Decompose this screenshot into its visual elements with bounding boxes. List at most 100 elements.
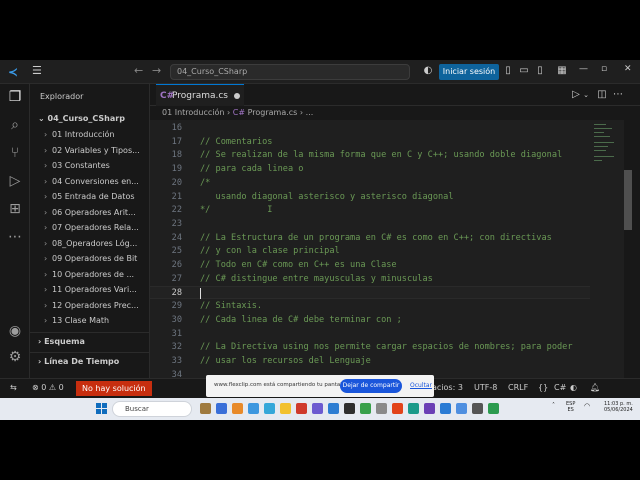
taskbar-app-icon[interactable] <box>456 403 467 414</box>
run-dropdown-icon[interactable]: ⌄ <box>580 89 592 101</box>
code-line[interactable]: 31 <box>150 328 590 341</box>
sidebar-item[interactable]: › 07 Operadores Rela... <box>44 221 144 235</box>
code-line[interactable]: 19 // para cada linea o <box>150 163 590 176</box>
code-line[interactable]: 21 usando diagonal asterisco y asterisco… <box>150 191 590 204</box>
sidebar-item[interactable]: › 09 Operadores de Bit <box>44 252 144 266</box>
search-icon[interactable]: ⌕ <box>6 116 24 134</box>
settings-gear-icon[interactable]: ⚙ <box>6 348 24 366</box>
restore-icon[interactable]: ▫ <box>601 64 607 74</box>
wifi-icon[interactable]: ◠ <box>584 403 590 410</box>
clock[interactable]: 11:03 p. m. 05/06/2024 <box>604 401 633 413</box>
toggle-sidebar-icon[interactable]: ▯ <box>502 65 514 77</box>
split-editor-icon[interactable]: ◫ <box>596 89 608 101</box>
problems-indicator[interactable]: ⊗ 0 ⚠ 0 <box>32 383 64 392</box>
breadcrumb-more[interactable]: ... <box>306 108 314 117</box>
sidebar-item[interactable]: › 08_Operadores Lóg... <box>44 237 144 251</box>
hide-banner-link[interactable]: Ocultar <box>410 382 432 389</box>
taskbar-app-icon[interactable] <box>344 403 355 414</box>
sidebar-item[interactable]: › 13 Clase Math <box>44 314 144 328</box>
code-line[interactable]: 24 // La Estructura de un programa en C# … <box>150 232 590 245</box>
code-line[interactable]: 18 // Se realizan de la misma forma que e… <box>150 149 590 162</box>
sidebar-item[interactable]: › 10 Operadores de ... <box>44 268 144 282</box>
code-line[interactable]: 30 // Cada linea de C# debe terminar con … <box>150 314 590 327</box>
taskbar-app-icon[interactable] <box>328 403 339 414</box>
taskbar-app-icon[interactable] <box>312 403 323 414</box>
taskbar-app-icon[interactable] <box>376 403 387 414</box>
breadcrumb-file[interactable]: Programa.cs <box>248 108 298 117</box>
sidebar-item[interactable]: › 05 Entrada de Datos <box>44 190 144 204</box>
windows-start-icon[interactable] <box>96 403 107 414</box>
language-status[interactable]: C# <box>554 383 566 392</box>
code-line[interactable]: 27 // C# distingue entre mayusculas y min… <box>150 273 590 286</box>
vscode-taskbar-icon[interactable] <box>440 403 451 414</box>
more-actions-icon[interactable]: ⋯ <box>612 89 624 101</box>
code-line[interactable]: 25 // y con la clase principal <box>150 245 590 258</box>
stop-sharing-button[interactable]: Dejar de compartir <box>340 379 402 393</box>
taskbar-app-icon[interactable] <box>232 403 243 414</box>
toggle-secondary-sidebar-icon[interactable]: ▯ <box>534 65 546 77</box>
code-line[interactable]: 20 /* <box>150 177 590 190</box>
language-indicator[interactable]: ESP ES <box>566 401 575 413</box>
sidebar-item[interactable]: › 06 Operadores Arit... <box>44 206 144 220</box>
no-solution-badge[interactable]: No hay solución <box>76 381 152 396</box>
signin-button[interactable]: Iniciar sesión <box>439 64 499 80</box>
notifications-bell-icon[interactable]: 🔔︎ <box>590 383 600 392</box>
command-center-search[interactable]: 04_Curso_CSharp <box>170 64 410 80</box>
code-line[interactable]: 32 // La Directiva using nos permite carg… <box>150 341 590 354</box>
sidebar-item[interactable]: › 02 Variables y Tipos... <box>44 144 144 158</box>
eol-status[interactable]: CRLF <box>508 383 528 392</box>
outline-section[interactable]: › Esquema <box>38 337 85 346</box>
taskbar-app-icon[interactable] <box>424 403 435 414</box>
forward-arrow-icon[interactable]: → <box>152 64 161 77</box>
taskbar-app-icon[interactable] <box>248 403 259 414</box>
tray-chevron-icon[interactable]: ˄ <box>552 403 555 409</box>
braces-icon[interactable]: {} <box>538 383 548 392</box>
taskbar-app-icon[interactable] <box>472 403 483 414</box>
code-line[interactable]: 33 // usar los recursos del Lenguaje <box>150 355 590 368</box>
sidebar-item[interactable]: › 04 Conversiones en... <box>44 175 144 189</box>
minimize-icon[interactable]: — <box>579 64 588 74</box>
taskbar-app-icon[interactable] <box>216 403 227 414</box>
layout-icon[interactable]: ▦ <box>556 65 568 77</box>
file-explorer-icon[interactable] <box>280 403 291 414</box>
remote-icon[interactable]: ⇆ <box>10 383 17 392</box>
back-arrow-icon[interactable]: ← <box>134 64 143 77</box>
taskbar-app-icon[interactable] <box>200 403 211 414</box>
taskbar-app-icon[interactable] <box>360 403 371 414</box>
breadcrumb-folder[interactable]: 01 Introducción <box>162 108 224 117</box>
copilot-status-icon[interactable]: ◐ <box>570 383 577 392</box>
taskbar-app-icon[interactable] <box>264 403 275 414</box>
code-line[interactable]: 28 <box>150 286 590 300</box>
code-line[interactable]: 22 */ I <box>150 204 590 217</box>
close-icon[interactable]: ✕ <box>624 64 632 74</box>
code-line[interactable]: 29 // Sintaxis. <box>150 300 590 313</box>
tab-programa-cs[interactable]: C# Programa.cs <box>156 84 244 106</box>
extensions-icon[interactable]: ⊞ <box>6 200 24 218</box>
code-line[interactable]: 16 <box>150 122 590 135</box>
sidebar-item[interactable]: › 03 Constantes <box>44 159 144 173</box>
menu-icon[interactable]: ☰ <box>32 64 42 77</box>
editor-scrollbar[interactable] <box>624 170 632 230</box>
more-icon[interactable]: ⋯ <box>6 228 24 246</box>
taskbar-app-icon[interactable] <box>296 403 307 414</box>
minimap[interactable] <box>590 120 624 378</box>
source-control-icon[interactable]: ⑂ <box>6 144 24 162</box>
indentation-status[interactable]: acios: 3 <box>432 383 463 392</box>
code-editor[interactable]: 16 17 // Comentarios 18 // Se realizan de la… <box>150 120 590 378</box>
code-line[interactable]: 23 <box>150 218 590 231</box>
code-line[interactable]: 26 // Todo en C# como en C++ es una Clase <box>150 259 590 272</box>
whatsapp-icon[interactable] <box>488 403 499 414</box>
sidebar-item[interactable]: › 01 Introducción <box>44 128 144 142</box>
copilot-icon[interactable]: ◐ <box>422 65 434 77</box>
workspace-folder[interactable]: ⌄ 04_Curso_CSharp <box>38 114 125 123</box>
taskbar-search[interactable]: Buscar <box>112 401 192 417</box>
run-debug-icon[interactable]: ▷ <box>6 172 24 190</box>
taskbar-app-icon[interactable] <box>408 403 419 414</box>
timeline-section[interactable]: › Línea De Tiempo <box>38 357 119 366</box>
sidebar-item[interactable]: › 11 Operadores Vari... <box>44 283 144 297</box>
toggle-panel-icon[interactable]: ▭ <box>518 65 530 77</box>
taskbar-app-icon[interactable] <box>392 403 403 414</box>
unsaved-dot-icon[interactable] <box>234 93 240 99</box>
account-icon[interactable]: ◉ <box>6 322 24 340</box>
encoding-status[interactable]: UTF-8 <box>474 383 497 392</box>
